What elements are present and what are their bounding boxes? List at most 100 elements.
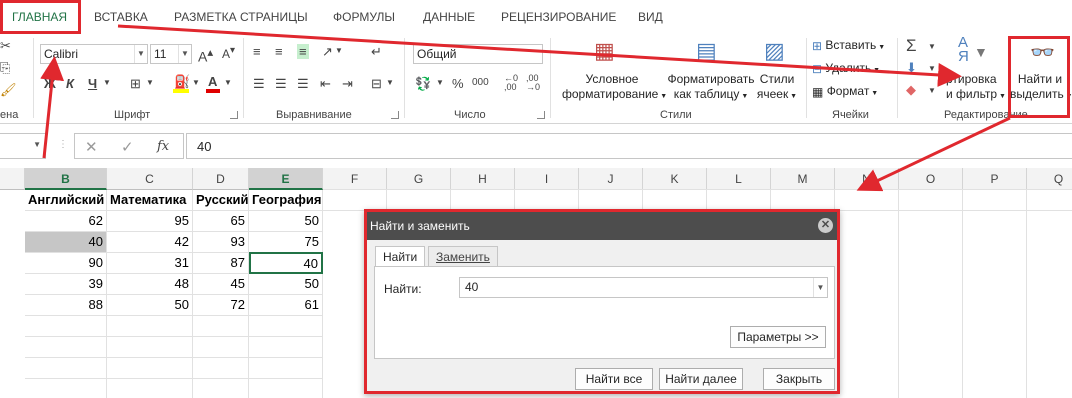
find-all-button[interactable]: Найти все — [575, 368, 653, 390]
table-cell[interactable]: 48 — [107, 274, 193, 295]
delete-cells-button[interactable]: ⊟ Удалить ▼ — [812, 61, 880, 76]
column-header-k[interactable]: K — [643, 168, 707, 190]
dialog-title-bar[interactable]: Найти и заменить ✕ — [367, 212, 837, 240]
shrink-font-icon[interactable]: A▾ — [222, 45, 235, 61]
table-cell[interactable]: 62 — [25, 211, 107, 232]
align-right-icon[interactable]: ☰ — [297, 76, 309, 92]
column-header-q[interactable]: Q — [1027, 168, 1072, 190]
chevron-down-icon[interactable]: ▼ — [178, 45, 191, 63]
empty-cell[interactable] — [249, 379, 323, 398]
empty-cell[interactable] — [25, 337, 107, 358]
number-dialog-launcher[interactable] — [537, 111, 545, 119]
active-cell[interactable]: 40 — [249, 252, 323, 274]
font-size-combo[interactable]: 11 ▼ — [150, 44, 192, 64]
font-name-combo[interactable]: Calibri ▼ — [40, 44, 148, 64]
column-header-b[interactable]: B — [25, 168, 107, 190]
find-next-button[interactable]: Найти далее — [659, 368, 743, 390]
table-cell[interactable]: 88 — [25, 295, 107, 316]
empty-cell[interactable] — [193, 358, 249, 379]
column-header-i[interactable]: I — [515, 168, 579, 190]
cell-styles-icon[interactable]: ▨ — [764, 38, 785, 64]
formula-input[interactable]: 40 — [186, 133, 1072, 159]
wrap-text-icon[interactable]: ↵ — [371, 44, 382, 60]
font-dialog-launcher[interactable] — [230, 111, 238, 119]
bold-button[interactable]: Ж — [44, 76, 56, 91]
borders-icon[interactable]: ⊞ — [130, 76, 141, 92]
chevron-down-icon[interactable]: ▼ — [928, 64, 936, 73]
table-cell[interactable]: 45 — [193, 274, 249, 295]
empty-cell[interactable] — [193, 337, 249, 358]
font-color-icon[interactable]: A — [208, 74, 217, 89]
chevron-down-icon[interactable]: ▼ — [436, 78, 444, 87]
column-header-g[interactable]: G — [387, 168, 451, 190]
sort-filter-icon[interactable]: AЯ — [958, 35, 969, 64]
column-header-o[interactable]: O — [899, 168, 963, 190]
fill-icon[interactable]: ⬇ — [906, 60, 917, 76]
tab-find[interactable]: Найти — [375, 246, 426, 267]
cell-styles-button[interactable]: Стили ячеек ▼ — [754, 72, 800, 104]
empty-cell[interactable] — [107, 337, 193, 358]
align-left-icon[interactable]: ☰ — [253, 76, 265, 92]
column-header-f[interactable]: F — [323, 168, 387, 190]
table-cell[interactable]: 93 — [193, 232, 249, 253]
table-cell[interactable]: 90 — [25, 253, 107, 274]
table-header-cell[interactable]: Русский — [193, 190, 249, 211]
align-center-icon[interactable]: ☰ — [275, 76, 287, 92]
insert-cells-button[interactable]: ⊞ Вставить ▼ — [812, 38, 885, 53]
chevron-down-icon[interactable]: ▼ — [386, 78, 394, 87]
format-painter-icon[interactable]: 🖌 — [0, 82, 17, 98]
format-as-table-icon[interactable]: ▤ — [696, 38, 717, 64]
empty-cell[interactable] — [249, 358, 323, 379]
sort-filter-button[interactable]: ртировка и фильтр ▼ — [946, 72, 1008, 104]
format-as-table-button[interactable]: Форматировать как таблицу ▼ — [664, 72, 758, 104]
align-top-icon[interactable]: ≡ — [253, 44, 261, 59]
chevron-down-icon[interactable]: ▼ — [928, 86, 936, 95]
alignment-dialog-launcher[interactable] — [391, 111, 399, 119]
name-box[interactable]: ▼ — [0, 133, 46, 159]
conditional-formatting-button[interactable]: Условное форматирование ▼ — [562, 72, 667, 104]
enter-formula-button[interactable]: ✓ — [121, 138, 134, 156]
tab-review[interactable]: РЕЦЕНЗИРОВАНИЕ — [501, 10, 616, 24]
chevron-down-icon[interactable]: ▼ — [33, 140, 41, 149]
options-button[interactable]: Параметры >> — [730, 326, 826, 348]
table-header-cell[interactable]: Английский — [25, 190, 107, 211]
chevron-down-icon[interactable]: ▼ — [134, 45, 147, 63]
decrease-decimal-icon[interactable]: ,00 →0 — [526, 74, 540, 92]
tab-data[interactable]: ДАННЫЕ — [423, 10, 475, 24]
tab-page-layout[interactable]: РАЗМЕТКА СТРАНИЦЫ — [174, 10, 308, 24]
format-cells-button[interactable]: ▦ Формат ▼ — [812, 84, 878, 99]
number-format-combo[interactable]: Общий — [413, 44, 543, 64]
close-icon[interactable]: ✕ — [818, 218, 833, 233]
empty-cell[interactable] — [107, 379, 193, 398]
chevron-down-icon[interactable]: ▼ — [103, 78, 111, 87]
chevron-down-icon[interactable]: ▼ — [928, 42, 936, 51]
clear-icon[interactable]: ◆ — [906, 82, 916, 98]
empty-cell[interactable] — [25, 358, 107, 379]
chevron-down-icon[interactable]: ▼ — [813, 278, 827, 297]
fill-color-icon[interactable]: ⛽ — [174, 74, 190, 90]
table-cell[interactable]: 72 — [193, 295, 249, 316]
column-header-d[interactable]: D — [193, 168, 249, 190]
empty-cell[interactable] — [249, 316, 323, 337]
find-what-input[interactable]: 40 ▼ — [459, 277, 828, 298]
insert-function-button[interactable]: fx — [157, 139, 169, 154]
table-cell[interactable]: 42 — [107, 232, 193, 253]
align-middle-icon[interactable]: ≡ — [275, 44, 283, 59]
table-cell[interactable]: 75 — [249, 232, 323, 253]
empty-cell[interactable] — [25, 316, 107, 337]
column-header-l[interactable]: L — [707, 168, 771, 190]
empty-cell[interactable] — [249, 337, 323, 358]
table-header-cell[interactable]: Математика — [107, 190, 193, 211]
tab-insert[interactable]: ВСТАВКА — [94, 10, 148, 24]
underline-button[interactable]: Ч — [88, 76, 97, 91]
column-header-n[interactable]: N — [835, 168, 899, 190]
table-cell[interactable]: 95 — [107, 211, 193, 232]
align-bottom-icon[interactable]: ≡ — [297, 44, 309, 59]
close-button[interactable]: Закрыть — [763, 368, 835, 390]
cut-icon[interactable]: ✂ — [0, 38, 11, 54]
orientation-icon[interactable]: ↗ — [322, 44, 333, 60]
italic-button[interactable]: К — [66, 76, 74, 91]
copy-icon[interactable]: ⎘ — [0, 60, 10, 76]
increase-decimal-icon[interactable]: ←0,00 — [504, 74, 518, 92]
tab-formulas[interactable]: ФОРМУЛЫ — [333, 10, 395, 24]
